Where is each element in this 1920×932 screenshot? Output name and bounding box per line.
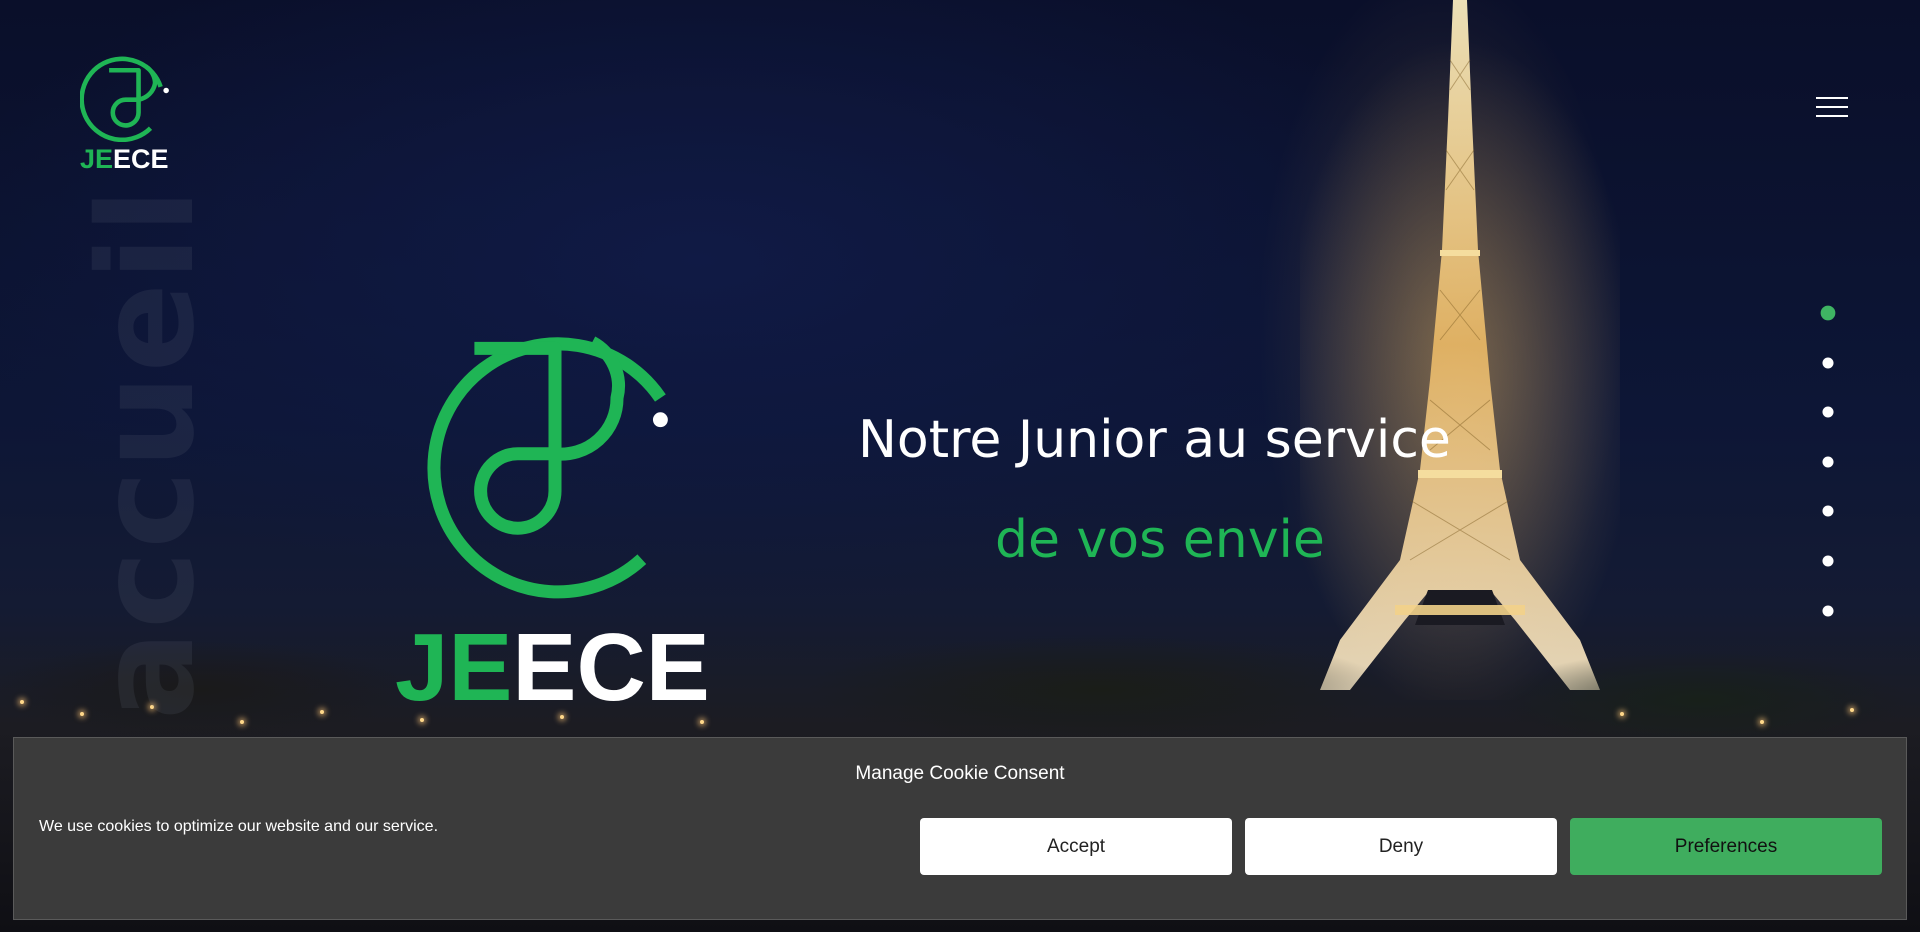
logo-suffix: ECE xyxy=(113,144,169,174)
preferences-button[interactable]: Preferences xyxy=(1570,818,1882,875)
section-dot-3[interactable] xyxy=(1822,406,1834,418)
logo-prefix: JE xyxy=(80,144,114,174)
hamburger-menu-button[interactable] xyxy=(1816,97,1848,121)
section-dot-4[interactable] xyxy=(1822,456,1834,468)
hero-headline: Notre Junior au service xyxy=(858,410,1451,470)
jeece-logo-icon xyxy=(80,56,169,142)
hero-logo: JEECE xyxy=(395,305,715,716)
cookie-title: Manage Cookie Consent xyxy=(855,763,1065,784)
section-dot-5[interactable] xyxy=(1822,505,1834,517)
cookie-message: We use cookies to optimize our website a… xyxy=(39,818,439,835)
cookie-consent-banner: Manage Cookie Consent We use cookies to … xyxy=(13,737,1907,920)
section-dot-1[interactable] xyxy=(1820,305,1836,321)
header-logo-wordmark: JEECE xyxy=(80,144,175,175)
hero-logo-suffix: ECE xyxy=(512,614,710,721)
section-pagination xyxy=(1820,305,1836,654)
jeece-logo-large-icon xyxy=(427,336,668,599)
section-dot-6[interactable] xyxy=(1822,555,1834,567)
hero-logo-wordmark: JEECE xyxy=(395,620,710,716)
eiffel-tower-image xyxy=(1300,0,1620,700)
hero-logo-prefix: JE xyxy=(395,614,513,721)
accept-button[interactable]: Accept xyxy=(920,818,1232,875)
section-dot-2[interactable] xyxy=(1822,357,1834,369)
deny-button[interactable]: Deny xyxy=(1245,818,1557,875)
section-dot-7[interactable] xyxy=(1822,605,1834,617)
header-logo[interactable]: JEECE xyxy=(80,50,175,175)
hero-subheadline: de vos envie xyxy=(995,510,1325,570)
section-watermark: accueil xyxy=(70,186,224,720)
hamburger-icon xyxy=(1816,97,1848,99)
